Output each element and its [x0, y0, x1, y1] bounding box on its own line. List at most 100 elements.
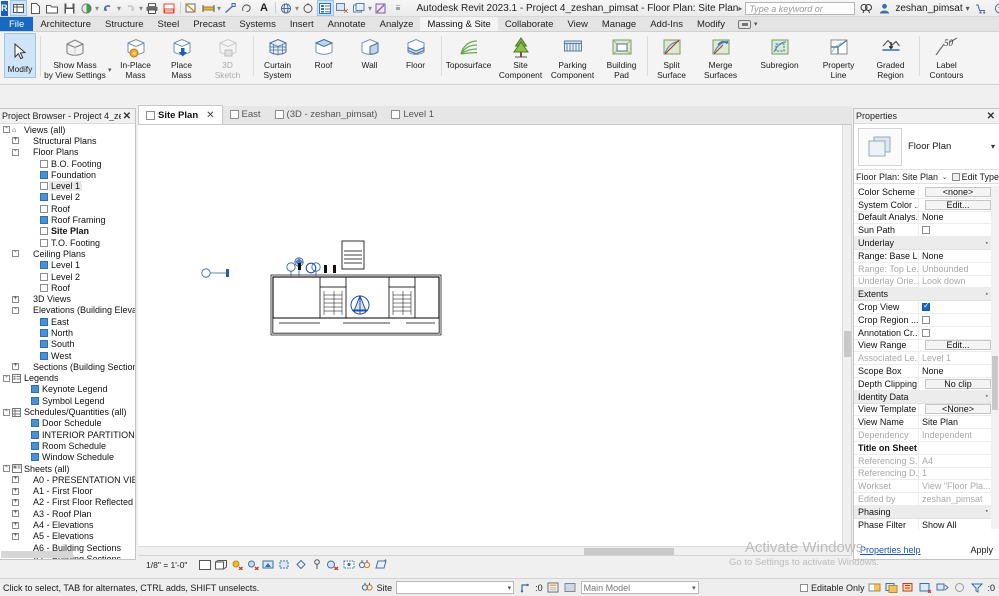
- undo-icon[interactable]: [100, 0, 117, 16]
- property-value-button[interactable]: Edit...: [925, 199, 991, 210]
- visual-style-icon[interactable]: [214, 558, 227, 571]
- property-row[interactable]: Edited by zeshan_pimsat: [854, 493, 991, 506]
- graded-region-button[interactable]: Graded Region: [865, 32, 917, 84]
- project-browser-tree[interactable]: - ⌂ Views (all) + Structural Plans - Floor Pla…: [0, 124, 135, 559]
- properties-vscroll-thumb[interactable]: [992, 356, 998, 410]
- tab-analyze[interactable]: Analyze: [373, 17, 421, 31]
- analytical-model-icon[interactable]: [374, 558, 387, 571]
- workset-combo-caret-icon[interactable]: ▾: [508, 584, 512, 592]
- subregion-button[interactable]: Subregion: [747, 32, 813, 84]
- property-row[interactable]: Range: Top Le... Unbounded: [854, 262, 991, 276]
- property-value-button[interactable]: Edit...: [925, 340, 991, 351]
- active-design-option-icon[interactable]: [564, 581, 577, 594]
- properties-vertical-scrollbar[interactable]: [991, 186, 999, 529]
- tab-architecture[interactable]: Architecture: [33, 17, 98, 31]
- crop-view-icon[interactable]: [278, 558, 291, 571]
- collapse-icon[interactable]: -: [2, 125, 11, 134]
- property-checkbox[interactable]: [922, 301, 930, 312]
- view-tab-level-1[interactable]: Level 1: [384, 105, 441, 124]
- property-row[interactable]: Phase Filter Show All: [854, 518, 991, 529]
- select-underlay-icon[interactable]: [885, 581, 898, 594]
- collapse-icon[interactable]: -: [11, 148, 20, 157]
- site-component-button[interactable]: Site Component: [495, 32, 547, 84]
- properties-help-link[interactable]: Properties help: [860, 545, 921, 555]
- toposurface-button[interactable]: Toposurface: [443, 32, 495, 84]
- project-browser-hscrollbar[interactable]: [1, 551, 73, 558]
- apply-button[interactable]: Apply: [970, 545, 993, 555]
- property-row[interactable]: View Template <None>: [854, 403, 991, 417]
- drawing-canvas[interactable]: [138, 125, 852, 555]
- properties-type-selector[interactable]: Floor Plan ▾: [854, 124, 999, 170]
- search-icon[interactable]: [858, 3, 874, 14]
- property-value[interactable]: [918, 224, 991, 237]
- edit-type-button[interactable]: Edit Type: [951, 172, 999, 182]
- tree-item[interactable]: + A0 - PRESENTATION VIEWS: [0, 474, 135, 485]
- property-row[interactable]: Associated Le... Level 1: [854, 352, 991, 366]
- tab-collaborate[interactable]: Collaborate: [498, 17, 561, 31]
- floor-button[interactable]: Floor: [393, 32, 439, 84]
- property-row[interactable]: Range: Base L...None: [854, 249, 991, 263]
- property-value[interactable]: zeshan_pimsat: [918, 493, 991, 505]
- show-crop-region-icon[interactable]: [294, 558, 307, 571]
- detail-level-icon[interactable]: [198, 558, 211, 571]
- property-value[interactable]: <none>: [918, 186, 991, 198]
- property-checkbox[interactable]: [922, 315, 930, 324]
- property-value[interactable]: [918, 313, 991, 326]
- tree-item[interactable]: - ⌂ Views (all): [0, 124, 135, 135]
- wall-button[interactable]: Wall: [347, 32, 393, 84]
- section-icon[interactable]: [300, 0, 317, 16]
- tree-item[interactable]: Roof Framing: [0, 214, 135, 225]
- expand-icon[interactable]: +: [11, 521, 20, 530]
- select-none-icon[interactable]: [953, 581, 966, 594]
- tree-item[interactable]: - Floor Plans: [0, 147, 135, 158]
- collapse-icon[interactable]: -: [2, 408, 11, 417]
- status-workset-label[interactable]: Site: [377, 583, 393, 593]
- in-place-mass-button[interactable]: ✳ In-Place Mass: [113, 32, 159, 84]
- properties-close-icon[interactable]: ✕: [985, 111, 997, 122]
- tree-item[interactable]: + Sections (Building Section): [0, 361, 135, 372]
- tree-item[interactable]: + A5 - Elevations: [0, 531, 135, 542]
- save-icon[interactable]: [61, 0, 78, 16]
- tree-item[interactable]: North: [0, 327, 135, 338]
- ribbon-panel-switcher[interactable]: ▾: [737, 17, 758, 31]
- tree-item[interactable]: - Legends: [0, 373, 135, 384]
- select-pinned-icon[interactable]: [902, 581, 915, 594]
- property-value[interactable]: Level 1: [918, 352, 991, 365]
- switch-windows-icon[interactable]: [351, 0, 368, 16]
- canvas-horizontal-scrollbar[interactable]: [138, 546, 843, 555]
- property-row[interactable]: Default Analys... None: [854, 211, 991, 225]
- expand-icon[interactable]: +: [11, 509, 20, 518]
- tree-item[interactable]: Roof: [0, 282, 135, 293]
- properties-family-caret-icon[interactable]: ▾: [991, 142, 995, 151]
- property-value[interactable]: Edit...: [918, 198, 991, 211]
- tree-item[interactable]: Room Schedule: [0, 440, 135, 451]
- new-file-icon[interactable]: [27, 0, 44, 16]
- lock-3d-view-icon[interactable]: [310, 558, 323, 571]
- collapse-icon[interactable]: -: [11, 249, 20, 258]
- property-row[interactable]: View Name Site Plan: [854, 416, 991, 430]
- tree-item[interactable]: Door Schedule: [0, 418, 135, 429]
- tree-item[interactable]: South: [0, 339, 135, 350]
- sun-path-off-icon[interactable]: [230, 558, 243, 571]
- roof-button[interactable]: Roof: [301, 32, 347, 84]
- user-avatar-icon[interactable]: [877, 3, 892, 14]
- ribbon-display-icon[interactable]: [737, 19, 751, 29]
- exclude-options-icon[interactable]: [547, 581, 560, 594]
- project-browser-close-icon[interactable]: ✕: [121, 111, 133, 122]
- property-row[interactable]: Color Scheme <none>: [854, 186, 991, 199]
- merge-surfaces-button[interactable]: Merge Surfaces: [695, 32, 747, 84]
- property-value[interactable]: None: [918, 211, 991, 224]
- expand-icon[interactable]: +: [11, 362, 20, 371]
- expand-icon[interactable]: +: [11, 475, 20, 484]
- tree-item[interactable]: T.O. Footing: [0, 237, 135, 248]
- tab-view[interactable]: View: [560, 17, 594, 31]
- canvas-vscroll-thumb[interactable]: [844, 331, 851, 357]
- ribbon-display-caret-icon[interactable]: ▾: [754, 20, 758, 28]
- tree-item[interactable]: Level 2: [0, 192, 135, 203]
- drag-elements-icon[interactable]: [936, 581, 950, 594]
- tab-manage[interactable]: Manage: [595, 17, 643, 31]
- default-3d-view-icon[interactable]: [278, 0, 295, 16]
- building-pad-button[interactable]: Building Pad: [599, 32, 645, 84]
- reveal-hidden-elements-icon[interactable]: [342, 558, 355, 571]
- property-row[interactable]: System Color ... Edit...: [854, 198, 991, 212]
